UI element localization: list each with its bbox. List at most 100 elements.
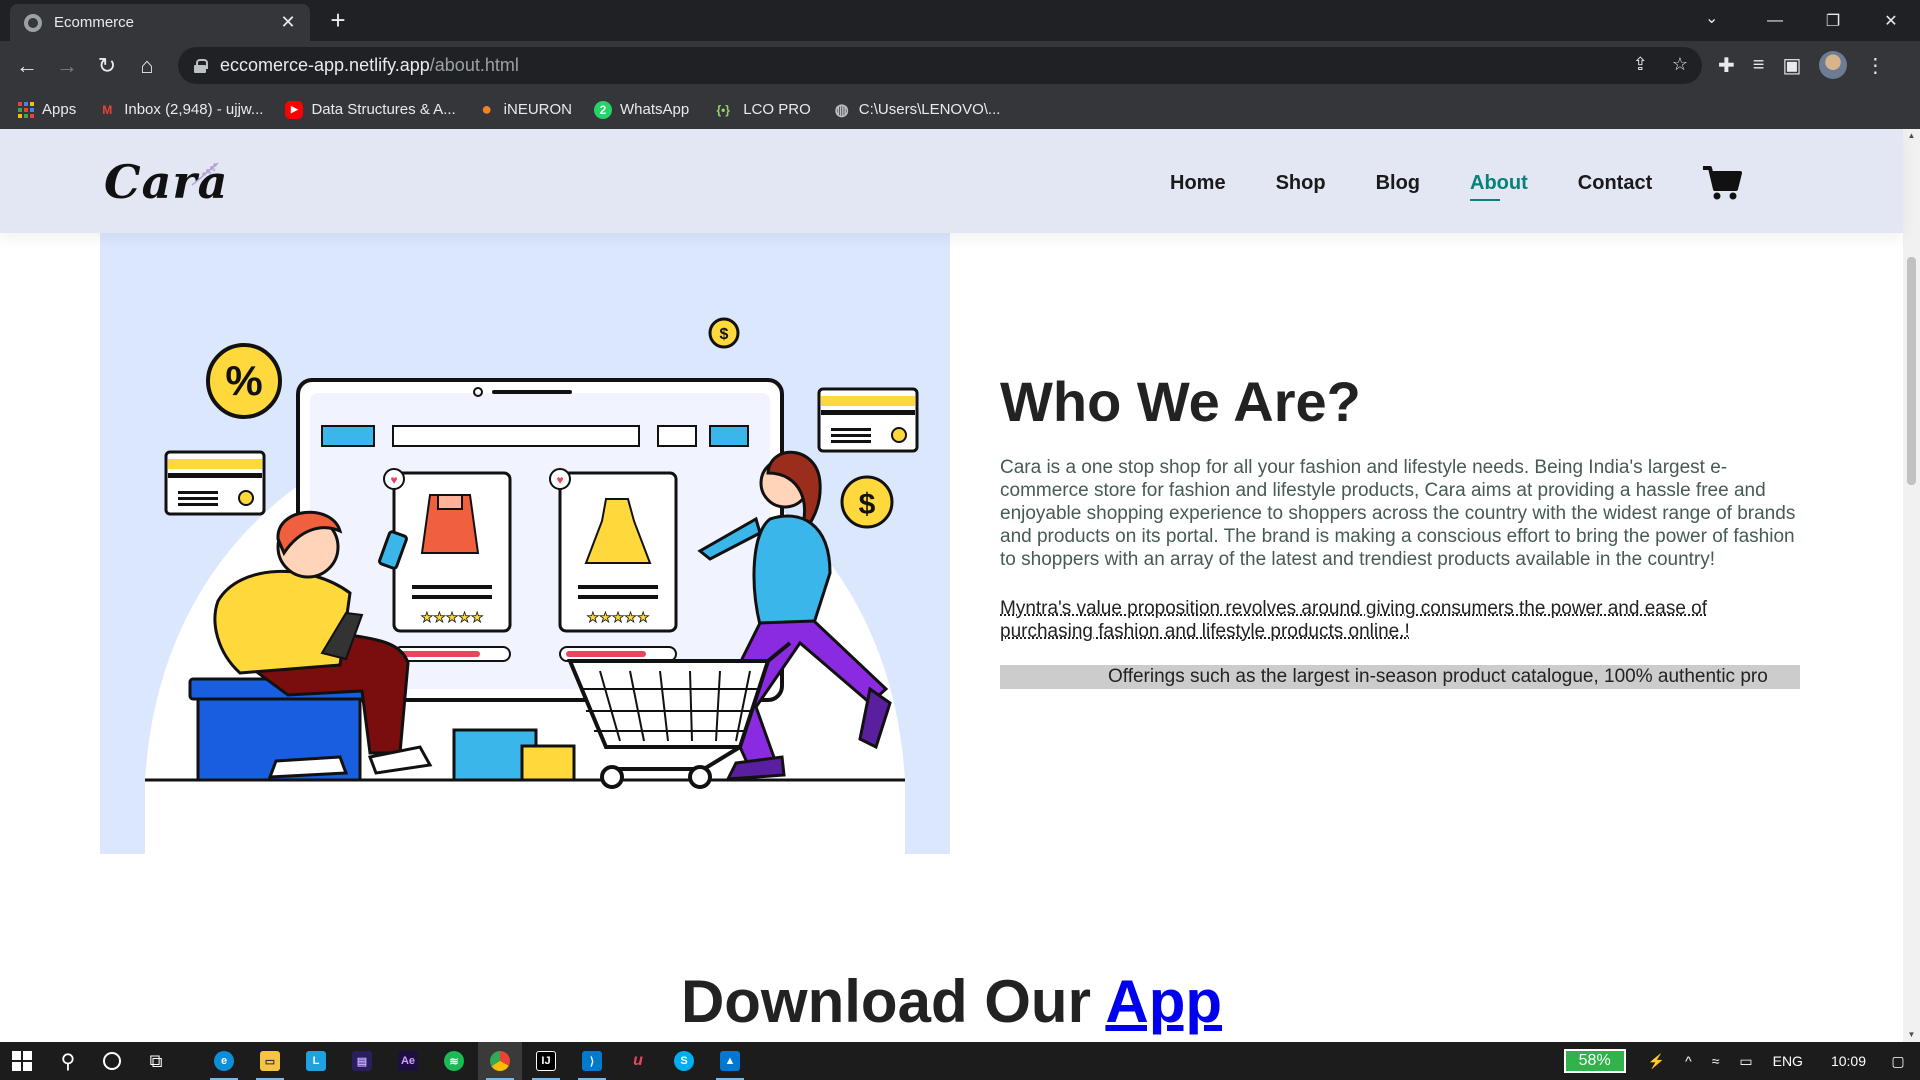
skype-icon[interactable]: S	[662, 1042, 706, 1080]
nav-shop[interactable]: Shop	[1276, 172, 1326, 195]
wifi-icon[interactable]: ≈	[1712, 1053, 1720, 1069]
search-icon[interactable]: ⚲	[46, 1042, 90, 1080]
svg-text:$: $	[720, 326, 729, 343]
bookmark-label: Inbox (2,948) - ujjw...	[124, 101, 264, 118]
lco-icon: {•}	[716, 102, 730, 117]
globe-icon: ◍	[834, 101, 849, 119]
bookmark-label: Data Structures & A...	[311, 101, 456, 118]
file-explorer-icon[interactable]: ▭	[248, 1042, 292, 1080]
url-host: eccomerce-app.netlify.app	[220, 55, 430, 75]
edge-icon[interactable]: e	[202, 1042, 246, 1080]
url-path: /about.html	[429, 55, 519, 75]
nav-about[interactable]: About	[1470, 172, 1528, 201]
svg-text:♥: ♥	[390, 473, 397, 487]
back-arrow-icon[interactable]: ←	[12, 51, 42, 81]
bookmark-whatsapp[interactable]: 2 WhatsApp	[594, 100, 690, 119]
forward-arrow-icon[interactable]: →	[52, 51, 82, 81]
cortana-icon[interactable]	[90, 1042, 134, 1080]
windows-start-icon[interactable]	[0, 1042, 44, 1080]
photos-icon[interactable]: ▲	[708, 1042, 752, 1080]
about-paragraph: Cara is a one stop shop for all your fas…	[1000, 457, 1796, 570]
share-icon[interactable]: ⇪	[1633, 54, 1648, 75]
close-window-icon[interactable]: ✕	[1862, 0, 1920, 41]
bookmark-inbox[interactable]: M Inbox (2,948) - ujjw...	[98, 101, 263, 119]
download-heading-prefix: Download Our	[680, 968, 1106, 1035]
bookmarks-bar: Apps M Inbox (2,948) - ujjw... ▶ Data St…	[0, 90, 1920, 129]
minimize-icon[interactable]: —	[1746, 0, 1804, 41]
nav-blog[interactable]: Blog	[1376, 172, 1420, 195]
nav-home[interactable]: Home	[1170, 172, 1226, 195]
vscode-icon[interactable]: ⟩	[570, 1042, 614, 1080]
bookmark-label: LCO PRO	[743, 101, 811, 118]
window-controls: — ❐ ✕	[1746, 0, 1920, 41]
spotify-icon[interactable]: ≋	[432, 1042, 476, 1080]
value-proposition-abbr[interactable]: Myntra's value proposition revolves arou…	[1000, 597, 1800, 643]
gmail-icon: M	[102, 102, 113, 117]
windows-taskbar: ⚲ ⧉ e ▭ L ▤ Ae ≋ IJ ⟩ u S ▲ 58% ⚡ ^ ≈ ▭ …	[0, 1042, 1920, 1080]
svg-text:$: $	[859, 488, 876, 521]
lock-icon	[194, 58, 208, 73]
whatsapp-icon: 2	[594, 100, 613, 119]
l-app-icon[interactable]: L	[294, 1042, 338, 1080]
shopping-illustration: % $ $ ★★★★★ ♥ ★★★★★ ♥	[145, 317, 919, 854]
bookmark-label: iNEURON	[503, 101, 573, 118]
bookmark-apps[interactable]: Apps	[18, 101, 76, 118]
power-plug-icon[interactable]: ⚡	[1648, 1053, 1665, 1070]
media-queue-icon[interactable]: ≡	[1753, 54, 1765, 77]
system-tray: 58% ⚡ ^ ≈ ▭ ENG 10:09 ▢	[1563, 1042, 1920, 1080]
chevron-up-icon[interactable]: ^	[1685, 1053, 1692, 1069]
offerings-marquee: Offerings such as the largest in-season …	[1000, 665, 1800, 689]
close-tab-icon[interactable]: ✕	[278, 12, 298, 33]
youtube-icon: ▶	[285, 100, 304, 119]
about-heading: Who We Are?	[1000, 370, 1361, 433]
after-effects-icon[interactable]: Ae	[386, 1042, 430, 1080]
scrollbar-thumb[interactable]	[1907, 257, 1916, 485]
bookmark-data-structures[interactable]: ▶ Data Structures & A...	[285, 100, 456, 119]
page-scrollbar[interactable]: ▲ ▼	[1903, 129, 1920, 1042]
address-bar[interactable]: eccomerce-app.netlify.app/about.html ⇪ ☆	[178, 47, 1702, 84]
intellij-icon[interactable]: IJ	[524, 1042, 568, 1080]
task-view-icon[interactable]: ⧉	[134, 1042, 178, 1080]
language-indicator[interactable]: ENG	[1773, 1053, 1803, 1069]
about-text-block: Who We Are? Cara is a one stop shop for …	[1000, 369, 1800, 689]
percent-badge-icon: %	[206, 343, 282, 419]
unacademy-icon[interactable]: u	[616, 1042, 660, 1080]
app-link[interactable]: App	[1105, 968, 1222, 1035]
apps-grid-icon	[18, 101, 34, 118]
svg-text:♥: ♥	[556, 473, 563, 487]
bookmark-label: WhatsApp	[620, 101, 690, 118]
menu-kebab-icon[interactable]: ⋮	[1865, 53, 1885, 78]
browser-tab-strip: Ecommerce ✕ + ⌄ — ❐ ✕	[0, 0, 1920, 41]
restore-icon[interactable]: ❐	[1804, 0, 1862, 41]
svg-text:★★★★★: ★★★★★	[421, 609, 484, 625]
bookmark-ineuron[interactable]: ● iNEURON	[478, 99, 573, 119]
bookmark-star-icon[interactable]: ☆	[1672, 54, 1688, 75]
profile-avatar[interactable]	[1819, 51, 1848, 79]
bookmark-local-file[interactable]: ◍ C:\Users\LENOVO\...	[833, 101, 1001, 119]
notification-icon[interactable]: ▢	[1876, 1053, 1920, 1070]
page-viewport: Cara Home Shop Blog About Contact % $ $ …	[0, 129, 1920, 1042]
shopping-cart-icon[interactable]	[1702, 165, 1743, 201]
battery-indicator[interactable]: 58%	[1563, 1049, 1626, 1073]
home-icon[interactable]: ⌂	[132, 51, 162, 81]
extensions-puzzle-icon[interactable]: ✚	[1718, 53, 1735, 78]
premiere-icon[interactable]: ▤	[340, 1042, 384, 1080]
side-panel-icon[interactable]: ▣	[1782, 53, 1801, 78]
chrome-icon[interactable]	[478, 1042, 522, 1080]
reload-icon[interactable]: ↻	[92, 51, 122, 81]
clock[interactable]: 10:09	[1831, 1053, 1866, 1069]
scroll-up-arrow-icon[interactable]: ▲	[1903, 129, 1920, 143]
tab-title: Ecommerce	[54, 14, 135, 31]
about-illustration: % $ $ ★★★★★ ♥ ★★★★★ ♥	[100, 233, 950, 854]
nav-contact[interactable]: Contact	[1578, 172, 1652, 195]
ineuron-icon: ●	[481, 99, 493, 119]
tab-search-chevron-icon[interactable]: ⌄	[1705, 8, 1718, 28]
main-nav: Home Shop Blog About Contact	[1170, 165, 1743, 201]
battery-icon[interactable]: ▭	[1739, 1053, 1752, 1070]
bookmark-lco-pro[interactable]: {•} LCO PRO	[711, 101, 811, 119]
scroll-down-arrow-icon[interactable]: ▼	[1903, 1028, 1920, 1042]
bookmark-label: Apps	[42, 101, 77, 118]
new-tab-button[interactable]: +	[324, 6, 352, 34]
browser-tab[interactable]: Ecommerce ✕	[10, 4, 310, 41]
svg-text:★★★★★: ★★★★★	[587, 609, 650, 625]
